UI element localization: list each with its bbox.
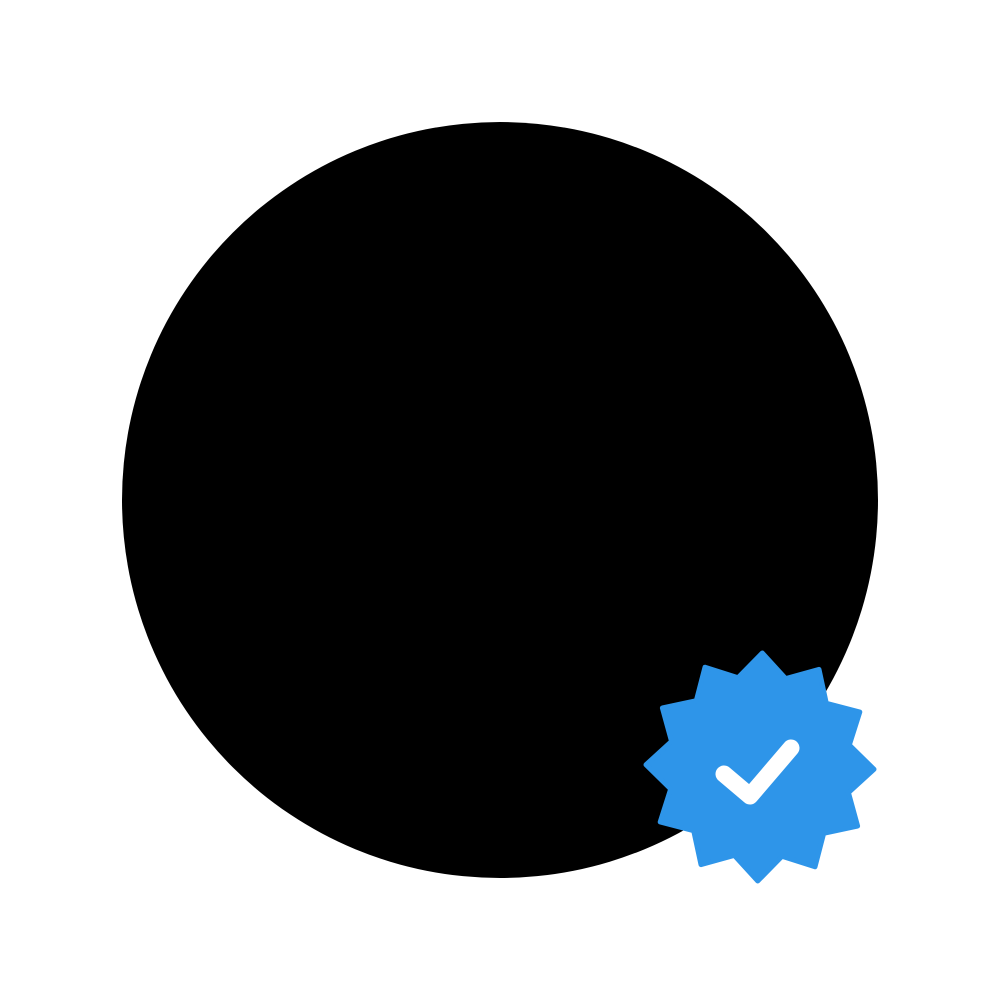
badge-burst-shape [643, 650, 877, 884]
verified-badge [640, 647, 880, 887]
canvas [0, 0, 1000, 1000]
verified-badge-icon [643, 650, 877, 884]
